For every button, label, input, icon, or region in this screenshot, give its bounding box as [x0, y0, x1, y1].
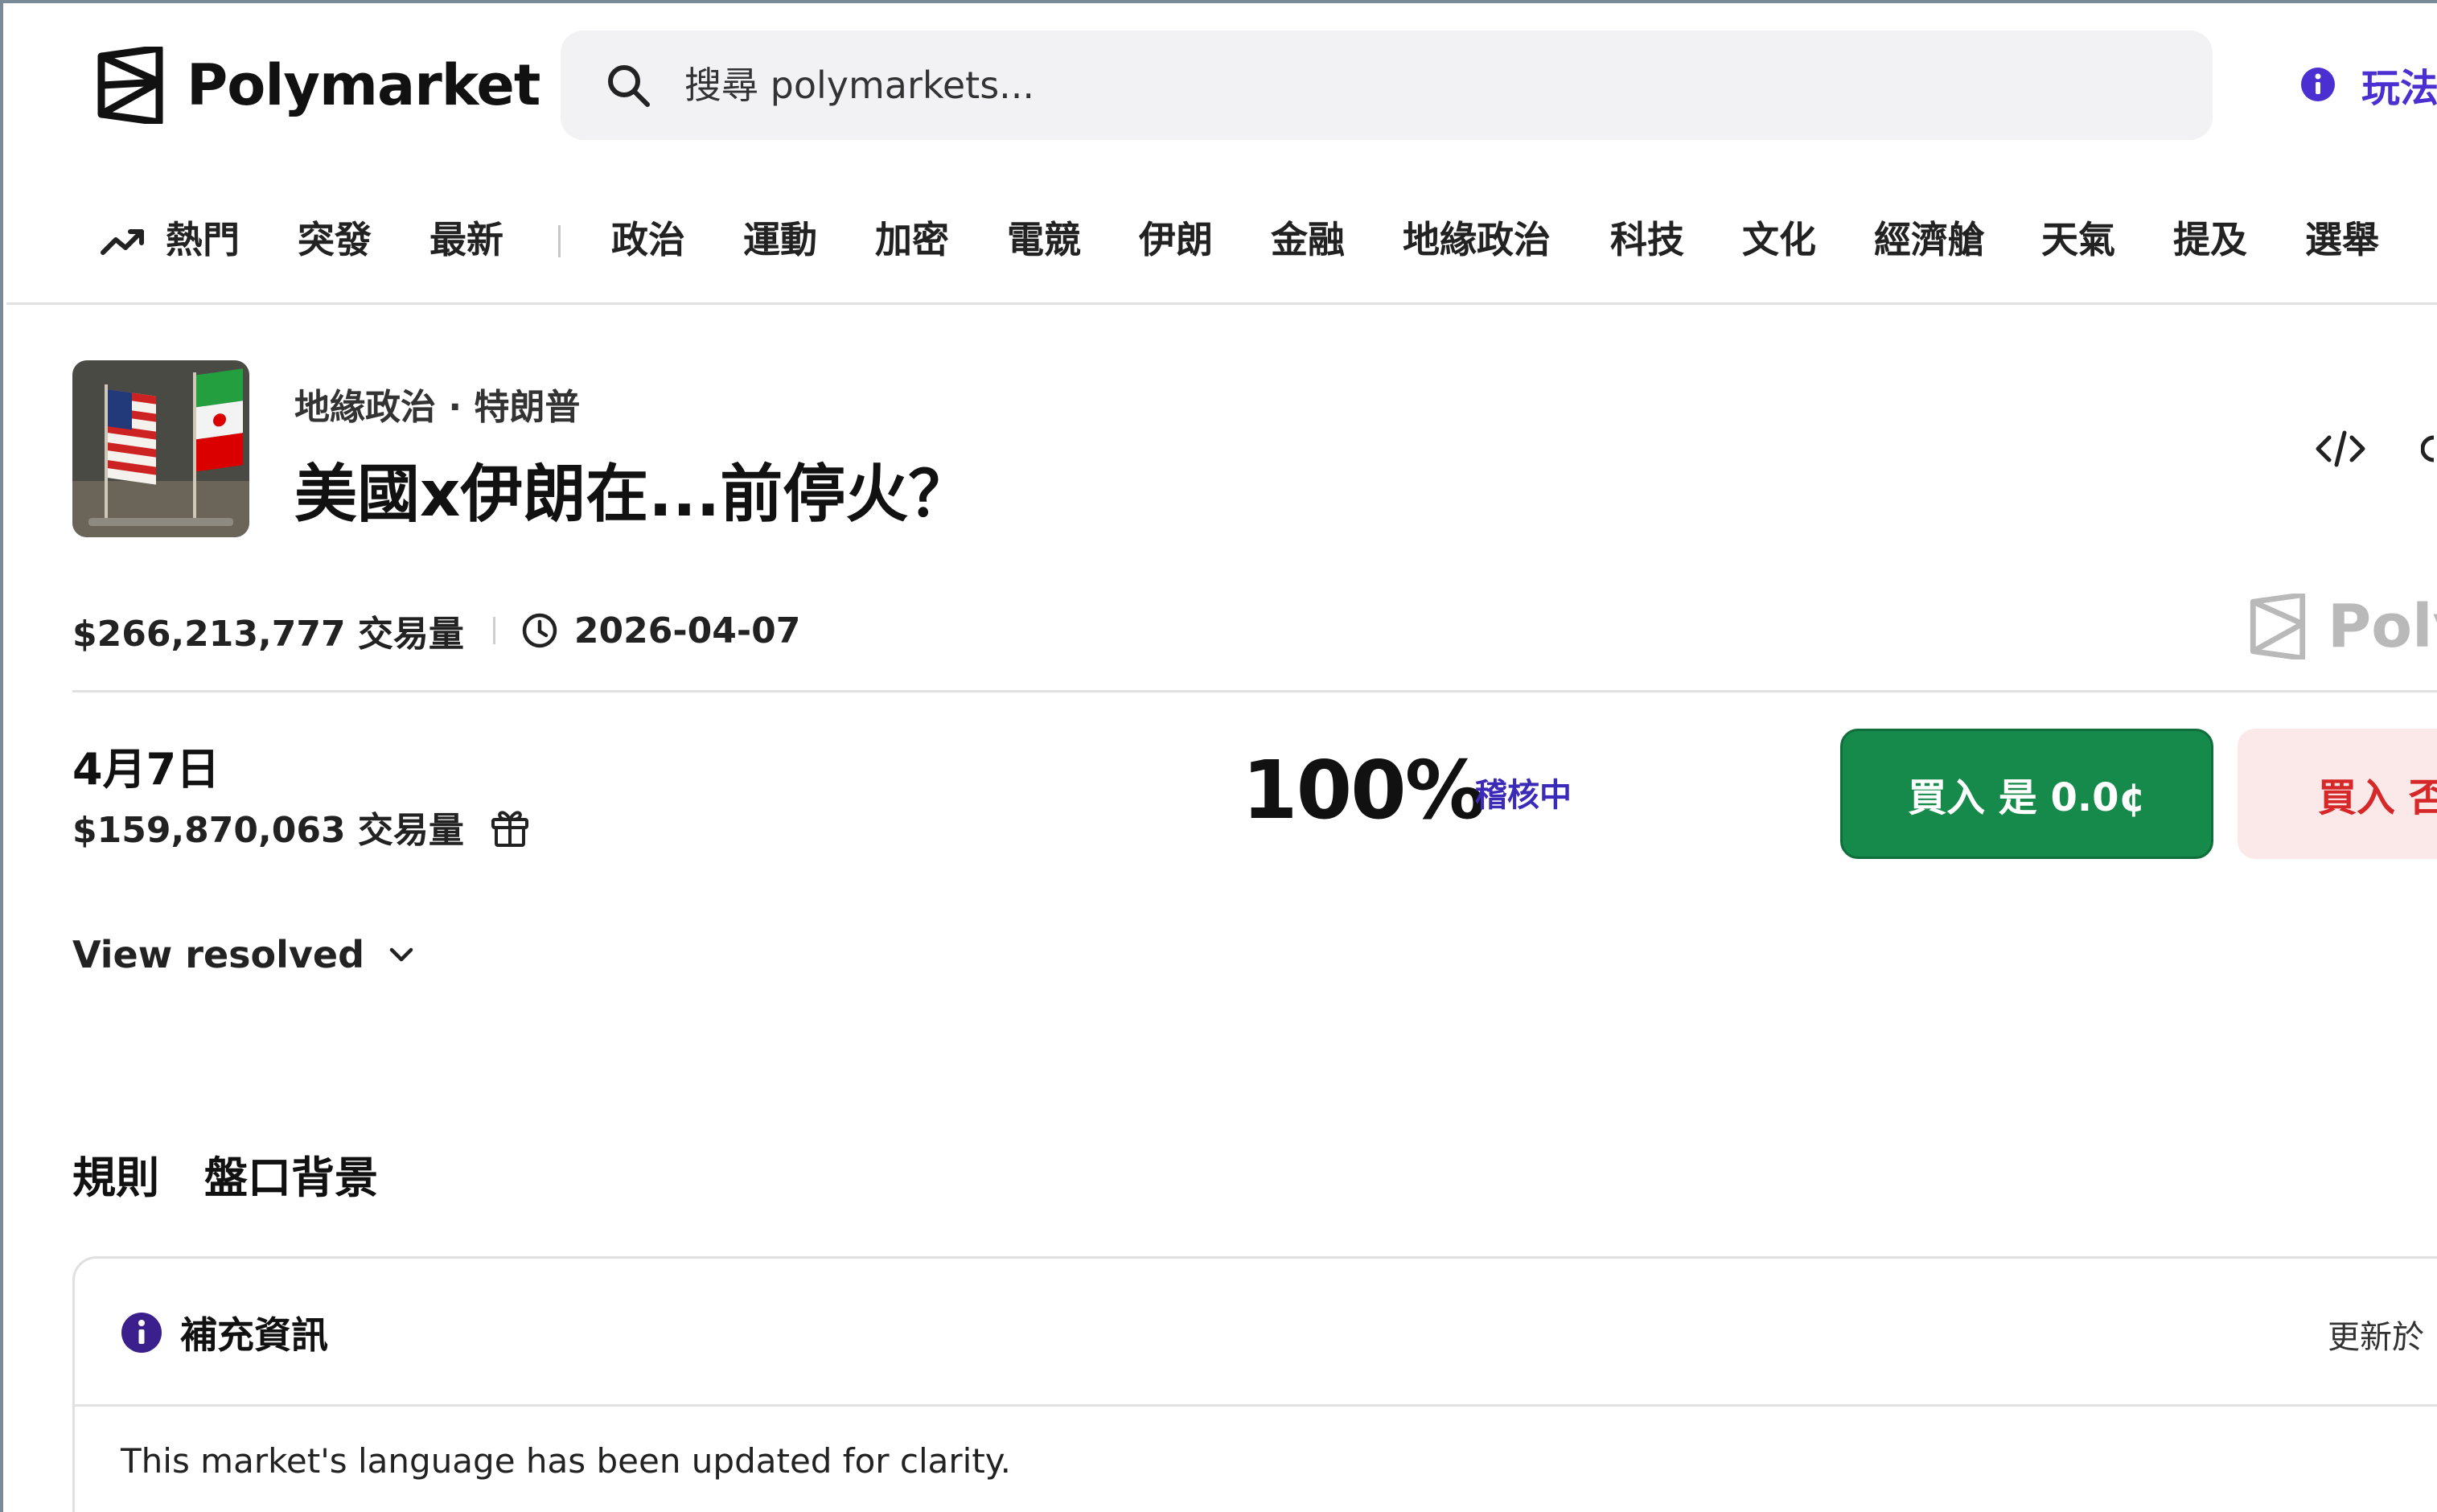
nav-item-elections[interactable]: 選舉 — [2305, 211, 2379, 269]
polymarket-watermark-icon — [2250, 594, 2306, 659]
info-card-title-row: 補充資訊 — [121, 1306, 328, 1359]
tab-rules[interactable]: 規則 — [72, 1142, 159, 1206]
buy-no-button[interactable]: 買入 否 — [2238, 729, 2437, 859]
nav-item-politics[interactable]: 政治 — [611, 211, 685, 269]
polymarket-watermark: Poly — [2249, 592, 2437, 661]
howto-link[interactable]: 玩法 — [2300, 56, 2437, 113]
info-card-title: 補充資訊 — [180, 1313, 328, 1357]
tab-market-context[interactable]: 盤口背景 — [204, 1142, 378, 1206]
chevron-down-icon — [389, 947, 413, 962]
info-icon — [2301, 68, 2335, 101]
outcome-volume: $159,870,063 交易量 — [72, 810, 464, 851]
status-badge: 稽核中 — [1475, 777, 1572, 814]
market-thumbnail — [72, 360, 249, 537]
nav-item-esports[interactable]: 電競 — [1007, 211, 1081, 269]
info-card-updated: 更新於 — [2328, 1319, 2424, 1356]
nav-item-breaking[interactable]: 突發 — [298, 211, 372, 269]
buy-yes-button[interactable]: 買入 是 0.0¢ — [1840, 729, 2213, 859]
nav-item-economy[interactable]: 經濟艙 — [1874, 211, 1985, 269]
nav-item-mentions[interactable]: 提及 — [2173, 211, 2247, 269]
info-card-body: This market's language has been updated … — [121, 1441, 1012, 1481]
outcome-probability: 100% — [1242, 743, 1486, 837]
info-icon — [121, 1313, 162, 1353]
stats-divider-line — [72, 690, 2437, 692]
watermark-text: Poly — [2328, 592, 2437, 661]
nav-item-new[interactable]: 最新 — [429, 211, 503, 269]
outcome-date: 4月7日 — [72, 744, 220, 795]
nav-item-weather[interactable]: 天氣 — [2041, 211, 2115, 269]
trending-icon — [101, 229, 144, 255]
gift-icon[interactable] — [488, 805, 532, 848]
market-volume: $266,213,777 交易量 — [72, 614, 464, 655]
search-bar[interactable]: 搜尋 polymarkets... — [561, 31, 2213, 140]
embed-code-icon[interactable] — [2313, 426, 2368, 471]
nav-item-finance[interactable]: 金融 — [1271, 211, 1345, 269]
howto-label: 玩法 — [2361, 66, 2437, 111]
outcome-volume-row: $159,870,063 交易量 — [72, 801, 532, 853]
nav-divider — [558, 225, 561, 257]
nav-item-geopolitics[interactable]: 地緣政治 — [1403, 211, 1551, 269]
flags-image — [72, 360, 249, 537]
brand-logo[interactable]: Polymarket — [97, 47, 540, 124]
share-icon[interactable] — [2421, 426, 2437, 471]
view-resolved-label: View resolved — [72, 933, 365, 976]
nav-item-tech[interactable]: 科技 — [1610, 211, 1684, 269]
nav-item-crypto[interactable]: 加密 — [875, 211, 949, 269]
polymarket-logo-icon — [97, 47, 163, 124]
breadcrumb[interactable]: 地緣政治 · 特朗普 — [294, 378, 580, 429]
search-icon — [608, 65, 650, 107]
market-stats: $266,213,777 交易量 2026-04-07 — [72, 605, 800, 656]
view-resolved-toggle[interactable]: View resolved — [72, 933, 417, 976]
header-divider — [6, 302, 2437, 305]
nav-item-hot[interactable]: 熱門 — [166, 211, 240, 269]
nav-item-sports[interactable]: 運動 — [743, 211, 817, 269]
stats-divider — [492, 617, 495, 644]
market-end-date: 2026-04-07 — [573, 610, 801, 651]
brand-name: Polymarket — [187, 52, 540, 118]
nav-item-iran[interactable]: 伊朗 — [1139, 211, 1213, 269]
info-card-divider — [75, 1404, 2437, 1407]
clock-icon — [522, 613, 557, 648]
search-input[interactable]: 搜尋 polymarkets... — [684, 60, 1034, 111]
market-title: 美國x伊朗在...前停火？ — [294, 458, 972, 531]
nav-item-culture[interactable]: 文化 — [1742, 211, 1816, 269]
